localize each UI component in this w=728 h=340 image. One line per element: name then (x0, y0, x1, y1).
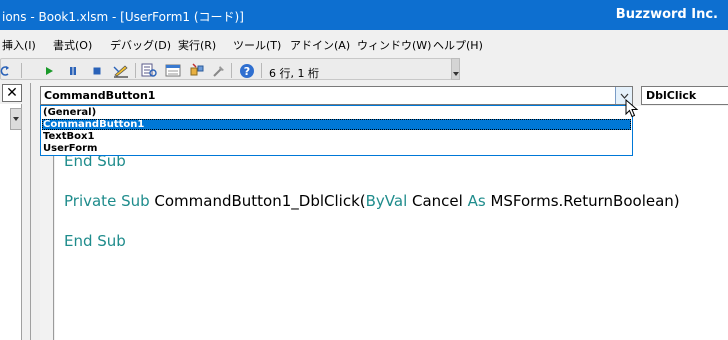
keyword: Private Sub (64, 192, 150, 210)
code-line-procedure-declaration: Private Sub CommandButton1_DblClick(ByVa… (64, 192, 680, 210)
toolbar-separator (261, 63, 262, 78)
keyword: ByVal (365, 192, 408, 210)
menu-addins[interactable]: アドイン(A) (290, 37, 350, 53)
menu-tools[interactable]: ツール(T) (233, 37, 281, 53)
procedure-combobox[interactable]: DblClick (641, 86, 728, 105)
menu-format[interactable]: 書式(O) (53, 37, 92, 53)
project-explorer-icon[interactable] (139, 61, 159, 80)
project-explorer-pane (0, 104, 22, 340)
cursor-position-status: 6 行, 1 桁 (269, 67, 319, 80)
properties-window-icon[interactable] (163, 61, 183, 80)
pause-icon[interactable] (63, 61, 83, 80)
menu-insert[interactable]: 挿入(I) (2, 37, 36, 53)
design-mode-icon[interactable] (111, 61, 131, 80)
keyword: As (467, 192, 486, 210)
menu-window[interactable]: ウィンドウ(W) (357, 37, 431, 53)
code-line-end-sub-2: End Sub (64, 232, 126, 250)
menu-run[interactable]: 実行(R) (178, 37, 216, 53)
title-bar: ions - Book1.xlsm - [UserForm1 (コード)] Bu… (0, 0, 728, 30)
mouse-pointer-icon (625, 99, 639, 118)
redo-icon[interactable] (0, 61, 15, 80)
object-dropdown-list: (General) CommandButton1 TextBox1 UserFo… (40, 105, 633, 156)
dropdown-item-userform[interactable]: UserForm (42, 143, 631, 154)
object-browser-icon[interactable] (187, 61, 207, 80)
pane-dropdown-icon[interactable] (10, 108, 22, 130)
toolbar-strip: ? 6 行, 1 桁 (0, 58, 452, 80)
toolbar-separator (21, 63, 22, 78)
window-title: ions - Book1.xlsm - [UserForm1 (コード)] (2, 10, 244, 24)
toolbar-separator (135, 63, 136, 78)
help-icon[interactable]: ? (237, 61, 257, 80)
run-icon[interactable] (39, 61, 59, 80)
code-text: Cancel (407, 192, 468, 210)
svg-text:?: ? (244, 65, 250, 78)
procedure-combobox-value: DblClick (646, 89, 697, 102)
menu-help[interactable]: ヘルプ(H) (433, 37, 483, 53)
keyword: End Sub (64, 232, 126, 250)
stop-icon[interactable] (87, 61, 107, 80)
dropdown-item-commandbutton1[interactable]: CommandButton1 (42, 119, 631, 130)
toolbar-separator (231, 63, 232, 78)
dropdown-item-general[interactable]: (General) (42, 107, 631, 118)
object-combobox-value: CommandButton1 (44, 89, 156, 102)
toolbar-options-icon[interactable] (451, 58, 460, 80)
menu-bar: 挿入(I) 書式(O) デバッグ(D) 実行(R) ツール(T) アドイン(A)… (0, 30, 728, 57)
object-combobox[interactable]: CommandButton1 (40, 86, 633, 105)
code-text: MSForms.ReturnBoolean) (485, 192, 680, 210)
code-text: CommandButton1_DblClick( (149, 192, 366, 210)
toolbox-icon[interactable] (209, 61, 229, 80)
standard-toolbar: ? 6 行, 1 桁 (0, 57, 728, 83)
close-pane-button[interactable]: ✕ (2, 84, 22, 102)
brand-label: Buzzword Inc. (615, 7, 718, 22)
dropdown-item-textbox1[interactable]: TextBox1 (42, 131, 631, 142)
menu-debug[interactable]: デバッグ(D) (110, 37, 171, 53)
